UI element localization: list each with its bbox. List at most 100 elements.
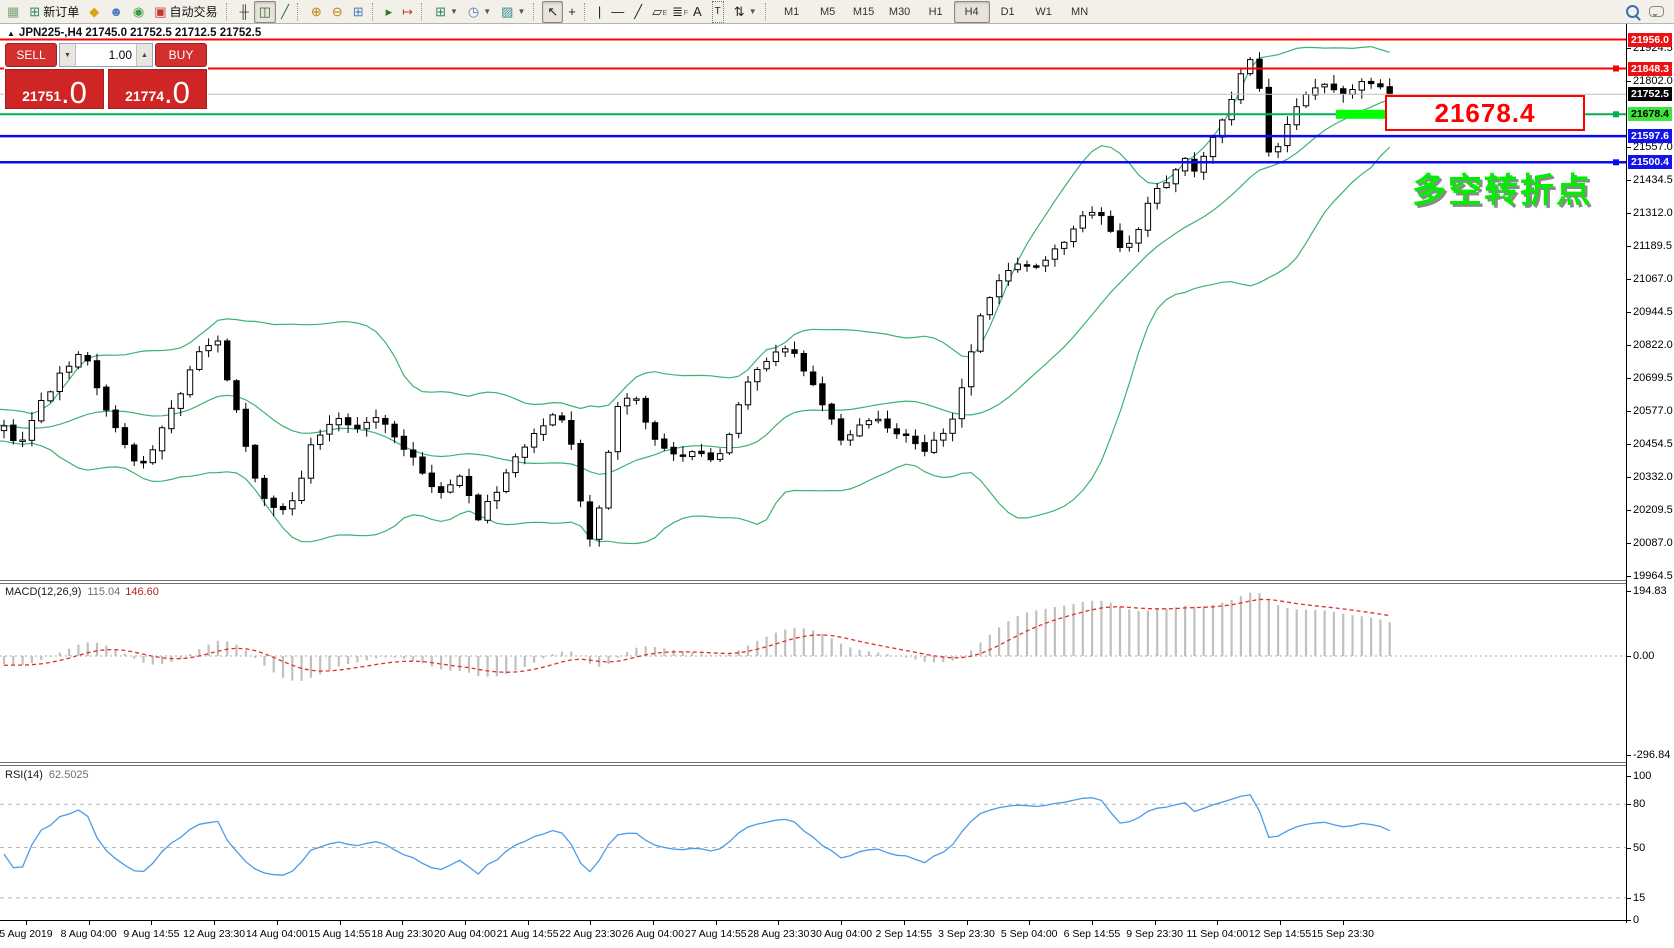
time-tick xyxy=(1091,921,1093,925)
time-label: 5 Aug 2019 xyxy=(0,928,53,940)
signal-icon[interactable]: ◉ xyxy=(128,1,149,23)
profiles-icon: ◷ xyxy=(467,3,480,19)
toolbar-separator xyxy=(583,2,590,21)
time-label: 28 Aug 23:30 xyxy=(747,928,810,940)
rsi-pane[interactable] xyxy=(0,766,1626,920)
zoom-in-button[interactable]: ⊕ xyxy=(306,1,327,23)
price-tick-label: 20332.0 xyxy=(1627,471,1673,483)
buy-price-button[interactable]: 21774.0 xyxy=(108,69,207,109)
timeframe-m1-button[interactable]: M1 xyxy=(774,1,810,23)
time-label: 22 Aug 23:30 xyxy=(559,928,622,940)
macd-signal-line xyxy=(3,598,1390,673)
timeframe-w1-button[interactable]: W1 xyxy=(1026,1,1062,23)
timeframe-m5-button[interactable]: M5 xyxy=(810,1,846,23)
fibonacci-button[interactable]: ≣ F xyxy=(667,1,688,23)
new-chart-dropdown[interactable]: ⊞ ▼ xyxy=(430,1,463,23)
turning-point-annotation[interactable]: 多空转折点 xyxy=(1412,163,1592,212)
arrows-icon: ⇅ xyxy=(733,3,745,19)
trendline-button[interactable]: ╱ xyxy=(629,1,647,23)
price-tick-label: 20822.0 xyxy=(1627,339,1673,351)
profiles-dropdown[interactable]: ◷ ▼ xyxy=(463,1,496,23)
chart-window-icon[interactable]: ▦ xyxy=(2,1,24,23)
rsi-tick-label: 100 xyxy=(1626,769,1652,782)
line-chart-type-button[interactable]: ╱ xyxy=(276,1,294,23)
timeframe-h1-button[interactable]: H1 xyxy=(918,1,954,23)
candlestick-chart-type-button[interactable]: ◫ xyxy=(253,0,277,23)
main-chart-pane[interactable] xyxy=(0,24,1626,580)
timeframe-m30-button[interactable]: M30 xyxy=(882,1,918,23)
cursor-button[interactable]: ↖ xyxy=(542,0,564,23)
arrows-dropdown[interactable]: ⇅ ▼ xyxy=(729,1,762,23)
vertical-line-button[interactable]: | xyxy=(593,1,606,23)
trendline-icon: ╱ xyxy=(634,3,643,19)
timeframe-mn-button[interactable]: MN xyxy=(1062,1,1098,23)
equidistant-channel-button[interactable]: ▱ E xyxy=(647,1,667,23)
macd-pane[interactable] xyxy=(0,584,1626,762)
time-tick xyxy=(26,921,27,925)
macd-tick-label: -296.84 xyxy=(1626,749,1671,762)
line-handle[interactable] xyxy=(1613,111,1619,118)
time-label: 26 Aug 04:00 xyxy=(622,928,684,940)
toolbar-separator xyxy=(296,2,303,21)
price-tick-label: 21067.0 xyxy=(1627,273,1673,285)
time-tick xyxy=(88,921,90,925)
horizontal-line-button[interactable]: — xyxy=(606,1,629,23)
time-tick xyxy=(1029,921,1031,925)
chart-shift-button[interactable]: ↦ xyxy=(397,1,418,23)
panel-separator[interactable] xyxy=(0,762,1674,766)
price-badge-21500.4: 21500.4 xyxy=(1628,155,1672,170)
new-order-button[interactable]: ⊞ 新订单 xyxy=(24,1,84,23)
text-button[interactable]: A xyxy=(688,1,707,23)
time-tick xyxy=(276,921,278,925)
main-toolbar: ▦ ⊞ 新订单 ◆ ☻ ◉ ▣ 自动交易 ╫ ◫ ╱ ⊕ ⊖ ⊞ ▸ ↦ ⊞ ▼ ◷ ▼ ▨ ▼ ↖ + | — ╱ ▱ E ≣ F A T ⇅ ▼… xyxy=(0,0,1674,24)
bollinger-middle-band xyxy=(0,99,1390,475)
sell-price-button[interactable]: 21751.0 xyxy=(5,69,104,109)
time-tick xyxy=(1154,921,1156,925)
time-label: 15 Aug 14:55 xyxy=(308,928,371,940)
chart-title-text: JPN225-,H4 21745.0 21752.5 21712.5 21752… xyxy=(18,27,262,39)
line-handle[interactable] xyxy=(1613,65,1619,72)
volume-increase-button[interactable]: ▲ xyxy=(136,44,152,66)
symbols-icon[interactable]: ◆ xyxy=(84,1,104,23)
chat-icon[interactable] xyxy=(1649,6,1664,17)
tile-windows-button[interactable]: ⊞ xyxy=(348,1,369,23)
zoom-out-button[interactable]: ⊖ xyxy=(327,1,348,23)
price-scale[interactable]: 21924.5 21802.0 21557.0 21434.5 21312.0 21189… xyxy=(1626,24,1674,926)
time-tick xyxy=(903,921,905,925)
rsi-indicator-label: RSI(14) 62.5025 xyxy=(5,769,89,781)
time-tick xyxy=(653,921,654,925)
templates-dropdown[interactable]: ▨ ▼ xyxy=(496,1,530,23)
buy-button[interactable]: BUY xyxy=(155,43,207,67)
search-icon[interactable] xyxy=(1626,5,1639,18)
time-axis[interactable]: 5 Aug 2019 8 Aug 04:00 9 Aug 14:55 12 Aug 2… xyxy=(0,920,1626,948)
toolbar-separator xyxy=(225,2,232,21)
timeframe-d1-button[interactable]: D1 xyxy=(990,1,1026,23)
text-label-icon: T xyxy=(711,0,724,23)
sell-button[interactable]: SELL xyxy=(5,43,57,67)
equidistant-channel-icon: ▱ E xyxy=(652,3,668,19)
zoom-out-icon: ⊖ xyxy=(331,3,343,19)
time-tick xyxy=(590,921,592,925)
line-handle[interactable] xyxy=(1613,159,1619,166)
timeframe-h4-button[interactable]: H4 xyxy=(953,0,990,23)
tile-windows-icon: ⊞ xyxy=(352,3,364,19)
new-order-icon: ⊞ xyxy=(29,3,41,19)
volume-decrease-button[interactable]: ▼ xyxy=(60,44,76,66)
text-label-button[interactable]: T xyxy=(707,0,729,23)
price-tick-label: 21312.0 xyxy=(1627,207,1673,219)
crosshair-button[interactable]: + xyxy=(563,1,581,23)
panel-separator[interactable] xyxy=(0,580,1674,584)
time-label: 11 Sep 04:00 xyxy=(1186,928,1249,940)
vertical-line-icon: | xyxy=(597,3,602,19)
timeframe-m15-button[interactable]: M15 xyxy=(846,1,882,23)
price-annotation-box[interactable]: 21678.4 xyxy=(1385,95,1585,131)
time-tick xyxy=(1280,921,1281,925)
volume-stepper: ▼ ▲ xyxy=(59,43,153,67)
bar-chart-type-button[interactable]: ╫ xyxy=(235,1,254,23)
collapse-trade-panel-icon[interactable]: ▲ xyxy=(7,29,15,38)
text-icon: A xyxy=(693,3,702,19)
auto-scroll-button[interactable]: ▸ xyxy=(381,1,398,23)
autotrading-button[interactable]: ▣ 自动交易 xyxy=(149,1,222,23)
volume-input[interactable] xyxy=(76,44,136,66)
market-watch-icon[interactable]: ☻ xyxy=(104,1,128,23)
